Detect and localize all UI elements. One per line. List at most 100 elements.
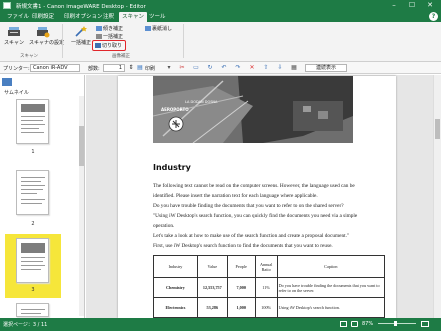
thumbnail-tab-icon[interactable] bbox=[2, 78, 12, 86]
thumbnail-image bbox=[21, 104, 45, 112]
page-thumbnail-selected[interactable] bbox=[16, 238, 49, 283]
rotate-icon[interactable]: ↻ bbox=[206, 64, 214, 72]
undo-icon[interactable]: ↶ bbox=[220, 64, 228, 72]
preview-label: 連続表示 bbox=[315, 65, 336, 71]
table-header-row: Industry Value People Annual Ratio Capti… bbox=[153, 255, 386, 278]
table-header: Industry bbox=[153, 255, 198, 278]
status-bar: 選択ページ：3 / 11 87% bbox=[0, 318, 441, 331]
maximize-button[interactable]: ☐ bbox=[403, 0, 421, 11]
section-heading: Industry bbox=[153, 163, 191, 172]
copies-input[interactable]: 1 bbox=[103, 64, 125, 72]
table-cell: Do you have trouble finding the document… bbox=[276, 277, 386, 298]
minimize-button[interactable]: – bbox=[385, 0, 403, 11]
table-cell: Chemistry bbox=[153, 277, 198, 298]
table-cell: Electronics bbox=[153, 297, 198, 318]
print-icon[interactable]: ▤ bbox=[136, 64, 144, 72]
tab-annotation[interactable]: 注釈 bbox=[100, 12, 117, 22]
straighten-label: 傾き補正 bbox=[103, 26, 124, 32]
wand-icon bbox=[75, 26, 87, 37]
table-cell: Using iW Desktop's search function. bbox=[276, 297, 386, 318]
aerial-photo: AEROPORTO LA DODAN DOSNA bbox=[153, 76, 353, 143]
move-up-icon[interactable]: ⇧ bbox=[262, 64, 270, 72]
scan-button[interactable]: スキャン bbox=[4, 25, 24, 46]
tab-scan[interactable]: スキャン bbox=[119, 12, 148, 22]
scanner-icon bbox=[8, 27, 20, 36]
table-cell: 11% bbox=[254, 277, 278, 298]
crop-icon bbox=[95, 43, 101, 48]
correct-icon bbox=[96, 34, 102, 39]
body-paragraph: Do you have trouble finding the document… bbox=[153, 203, 344, 209]
body-paragraph: "Using iW Desktop's search function, you… bbox=[153, 213, 358, 219]
table-cell: 12,553,757 bbox=[196, 277, 228, 298]
help-icon[interactable]: ? bbox=[429, 12, 438, 21]
status-text: 選択ページ：3 / 11 bbox=[3, 322, 48, 328]
correct-button[interactable]: 一括補正 bbox=[96, 33, 123, 40]
page-icon[interactable]: ▭ bbox=[192, 64, 200, 72]
printer-value: Canon iR-ADV bbox=[33, 65, 68, 71]
app-icon bbox=[3, 2, 11, 9]
body-paragraph: Let's take a look at how to make use of … bbox=[153, 233, 350, 239]
copies-value: 1 bbox=[118, 65, 122, 71]
table-header: Annual Ratio bbox=[254, 255, 278, 278]
fit-width-icon[interactable] bbox=[351, 321, 358, 327]
page-thumbnail[interactable] bbox=[16, 99, 49, 144]
table-row: Electronics 53,286 1,000 100% Using iW D… bbox=[153, 297, 386, 318]
zoom-slider-knob[interactable] bbox=[393, 321, 397, 326]
tab-print-options[interactable]: 印刷オプション bbox=[61, 12, 106, 22]
ribbon-separator bbox=[62, 24, 63, 58]
print-label[interactable]: 印刷 bbox=[145, 65, 155, 72]
crop-button[interactable]: 切り取り bbox=[92, 40, 127, 51]
group-edit-label: 画像補正 bbox=[112, 54, 130, 59]
printer-select[interactable]: Canon iR-ADV bbox=[30, 64, 80, 72]
scanner-settings-button[interactable]: スキャナの設定 bbox=[29, 25, 64, 46]
view-icon[interactable]: ▦ bbox=[290, 64, 298, 72]
tab-print-settings[interactable]: 印刷設定 bbox=[29, 12, 57, 22]
remove-backside-label: 裏紙消し bbox=[152, 26, 173, 32]
zoom-slider[interactable] bbox=[378, 321, 416, 326]
delete-icon[interactable]: ✕ bbox=[248, 64, 256, 72]
table-row: Chemistry 12,553,757 7,000 11% Do you ha… bbox=[153, 277, 386, 298]
close-button[interactable]: ✕ bbox=[421, 0, 439, 11]
photo-label: AEROPORTO bbox=[161, 107, 189, 112]
move-down-icon[interactable]: ⇩ bbox=[276, 64, 284, 72]
auto-correct-label: 一括補正 bbox=[70, 40, 91, 46]
preview-button[interactable]: 連続表示 bbox=[305, 64, 347, 72]
scan-label: スキャン bbox=[4, 40, 25, 46]
cut-icon[interactable]: ✂ bbox=[178, 64, 186, 72]
dropdown-icon[interactable]: ▾ bbox=[165, 64, 173, 72]
remove-backside-icon bbox=[145, 26, 151, 31]
page-thumbnail[interactable] bbox=[16, 170, 49, 215]
table-header: Value bbox=[196, 255, 228, 278]
scanner-settings-icon bbox=[37, 27, 50, 38]
document-scrollbar[interactable] bbox=[433, 75, 441, 318]
menu-bar: ファイル 印刷設定 印刷オプション 注釈 スキャン ツール ? bbox=[0, 11, 441, 22]
redo-icon[interactable]: ↷ bbox=[234, 64, 242, 72]
remove-backside-button[interactable]: 裏紙消し bbox=[145, 25, 172, 32]
window-title: 新規文書1 - Canon imageWARE Desktop - Editor bbox=[16, 4, 146, 10]
body-paragraph: First, use iW Desktop's search function … bbox=[153, 243, 333, 249]
copies-spin-icon[interactable]: ⇕ bbox=[127, 64, 135, 72]
table-header: People bbox=[226, 255, 256, 278]
fit-page-icon[interactable] bbox=[340, 321, 347, 327]
tab-tools[interactable]: ツール bbox=[146, 12, 169, 22]
ribbon: スキャン スキャナの設定 スキャン 一括補正 傾き補正 一括補正 切り取り 画像… bbox=[0, 22, 441, 62]
table-cell: 53,286 bbox=[196, 297, 228, 318]
zoom-in-icon[interactable] bbox=[421, 321, 429, 327]
printer-label: プリンター: bbox=[3, 66, 30, 72]
page-number: 3 bbox=[31, 287, 35, 293]
page-thumbnail[interactable] bbox=[16, 303, 49, 317]
table-cell: 100% bbox=[254, 297, 278, 318]
auto-correct-button[interactable]: 一括補正 bbox=[70, 25, 92, 46]
table-cell: 1,000 bbox=[226, 297, 256, 318]
body-paragraph: operation. bbox=[153, 223, 175, 229]
copies-label: 部数: bbox=[88, 66, 100, 72]
tab-file[interactable]: ファイル bbox=[4, 12, 32, 22]
thumbnail-image bbox=[21, 243, 45, 253]
table-header: Caption bbox=[276, 255, 386, 278]
thumbnail-scrollbar[interactable] bbox=[79, 96, 84, 316]
body-paragraph: identified. Please insert the narration … bbox=[153, 193, 318, 199]
title-bar: 新規文書1 - Canon imageWARE Desktop - Editor… bbox=[0, 0, 441, 11]
straighten-button[interactable]: 傾き補正 bbox=[96, 25, 123, 32]
page-number: 2 bbox=[31, 221, 35, 227]
page-number: 1 bbox=[31, 149, 35, 155]
